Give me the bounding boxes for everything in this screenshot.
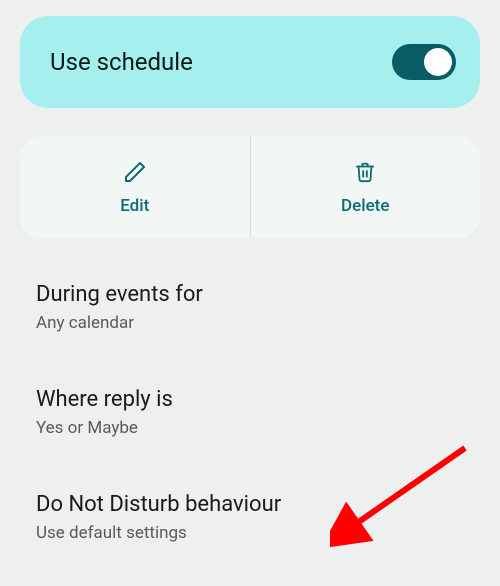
- use-schedule-toggle-row[interactable]: Use schedule: [20, 16, 480, 108]
- edit-label: Edit: [120, 196, 149, 216]
- setting-subtitle: Yes or Maybe: [36, 418, 464, 438]
- delete-label: Delete: [341, 196, 389, 216]
- setting-during-events[interactable]: During events for Any calendar: [36, 268, 464, 351]
- edit-button[interactable]: Edit: [20, 136, 250, 238]
- use-schedule-toggle[interactable]: [392, 44, 456, 80]
- toggle-knob: [424, 48, 452, 76]
- setting-dnd-behaviour[interactable]: Do Not Disturb behaviour Use default set…: [36, 478, 464, 561]
- setting-title: During events for: [36, 282, 464, 307]
- setting-title: Where reply is: [36, 387, 464, 412]
- delete-button[interactable]: Delete: [250, 136, 481, 238]
- setting-subtitle: Any calendar: [36, 313, 464, 333]
- use-schedule-label: Use schedule: [50, 48, 193, 76]
- settings-list: During events for Any calendar Where rep…: [20, 268, 480, 561]
- setting-subtitle: Use default settings: [36, 523, 464, 543]
- pencil-icon: [123, 158, 147, 186]
- setting-where-reply[interactable]: Where reply is Yes or Maybe: [36, 373, 464, 456]
- setting-title: Do Not Disturb behaviour: [36, 492, 464, 517]
- action-row: Edit Delete: [20, 136, 480, 238]
- trash-icon: [354, 158, 376, 186]
